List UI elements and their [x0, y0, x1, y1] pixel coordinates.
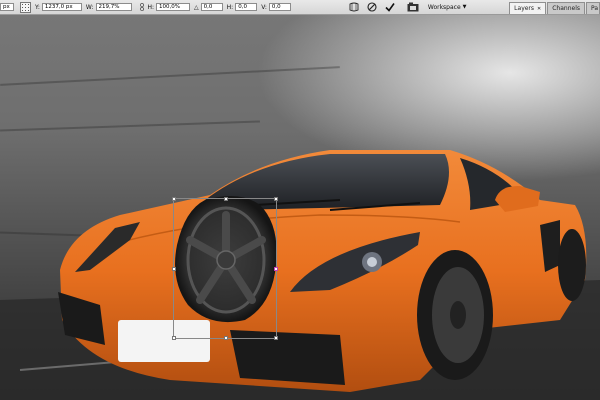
reference-point-icon[interactable] [20, 1, 31, 13]
rotate-field: △ [194, 3, 223, 11]
height-input[interactable] [156, 3, 191, 11]
document-canvas[interactable] [0, 15, 600, 400]
tab-channels[interactable]: Channels [547, 2, 585, 14]
width-input[interactable] [95, 3, 132, 11]
x-input[interactable] [0, 3, 14, 11]
y-label: Y: [35, 3, 40, 11]
workspace-menu[interactable]: Workspace ▼ [428, 4, 467, 11]
bridge-icon[interactable] [407, 1, 419, 13]
hskew-input[interactable] [235, 3, 258, 11]
y-input[interactable] [41, 3, 82, 11]
photoshop-window: Y: W: H: △ H: V: [0, 0, 600, 400]
warp-mode-icon[interactable] [348, 1, 360, 13]
transform-handle-bottom-right[interactable] [274, 336, 278, 340]
hskew-field: H: [227, 3, 258, 11]
tab-layers[interactable]: Layers ✕ [509, 2, 547, 14]
chevron-down-icon: ▼ [462, 4, 467, 10]
cancel-transform-icon[interactable] [366, 1, 378, 13]
transform-handle-bottom-left[interactable] [172, 336, 176, 340]
tab-channels-label: Channels [552, 5, 580, 12]
rotate-input[interactable] [200, 3, 223, 11]
commit-transform-icon[interactable] [384, 1, 396, 13]
transform-handle-top-left[interactable] [172, 197, 176, 201]
car-photo [0, 150, 600, 400]
rear-wheel [558, 229, 586, 301]
tab-layers-label: Layers [514, 5, 535, 12]
transform-handle-top[interactable] [224, 197, 228, 201]
transform-bounding-box[interactable] [172, 197, 278, 340]
transform-handle-top-right[interactable] [274, 197, 278, 201]
width-field: W: [86, 3, 132, 11]
w-label: W: [85, 3, 94, 11]
rotate-icon: △ [194, 3, 199, 11]
vskew-label: V: [261, 3, 267, 11]
tab-paths-label: Pa [591, 5, 599, 12]
link-icon[interactable] [139, 3, 145, 11]
workspace-label: Workspace [427, 3, 461, 11]
height-field: H: [148, 3, 191, 11]
transform-handle-right[interactable] [274, 267, 278, 271]
panel-tabs: Layers ✕ Channels Pa [508, 0, 600, 14]
transform-options-bar: Y: W: H: △ H: V: [0, 0, 600, 15]
tab-paths[interactable]: Pa [586, 2, 600, 14]
y-field: Y: [35, 3, 82, 11]
hskew-label: H: [226, 3, 234, 11]
x-field [0, 3, 14, 11]
h-label: H: [147, 3, 155, 11]
transform-handle-bottom[interactable] [224, 336, 228, 340]
vskew-field: V: [261, 3, 291, 11]
vskew-input[interactable] [268, 3, 291, 11]
close-icon[interactable]: ✕ [537, 6, 541, 12]
transform-handle-left[interactable] [172, 267, 176, 271]
